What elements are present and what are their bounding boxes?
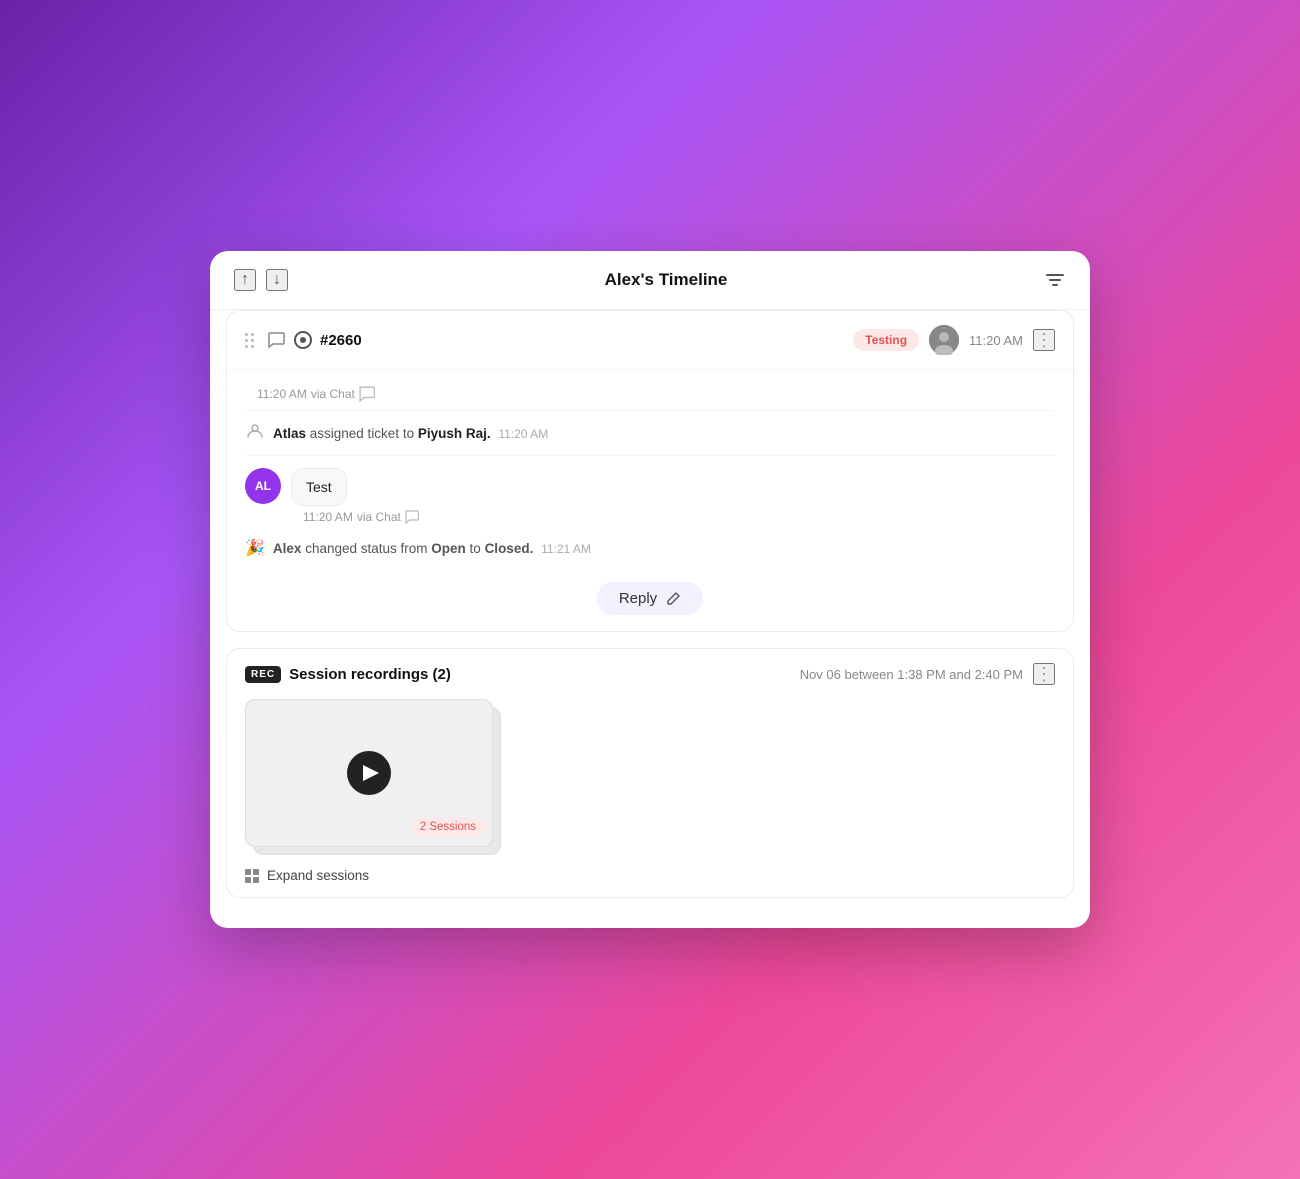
nav-down-button[interactable]: ↓ [266, 269, 288, 291]
status-agent: Alex [273, 541, 302, 556]
via-chat-icon [359, 386, 375, 402]
session-header-right: Nov 06 between 1:38 PM and 2:40 PM ⋮ [800, 663, 1055, 685]
first-message-time: 11:20 AM [257, 387, 307, 401]
status-emoji: 🎉 [245, 538, 265, 558]
session-more-button[interactable]: ⋮ [1033, 663, 1055, 685]
filter-icon[interactable] [1044, 269, 1066, 291]
assign-text: Atlas assigned ticket to Piyush Raj. 11:… [273, 426, 548, 441]
expand-sessions-label: Expand sessions [267, 868, 369, 883]
grid-icon [245, 869, 259, 883]
ticket-header-left: #2660 [245, 330, 362, 350]
page-title: Alex's Timeline [288, 270, 1044, 290]
assign-time: 11:20 AM [498, 427, 548, 441]
more-options-button[interactable]: ⋮ [1033, 329, 1055, 351]
target-icon [294, 331, 312, 349]
chat-icon [266, 330, 286, 350]
ticket-body: 11:20 AM via Chat Atlas assig [227, 370, 1073, 631]
ticket-header-right: Testing 11:20 AM ⋮ [853, 325, 1055, 355]
chat-bubble-container: Test 11:20 AM via Chat [291, 468, 419, 524]
session-header-left: REC Session recordings (2) [245, 666, 451, 683]
chat-time: 11:20 AM [303, 510, 353, 524]
assign-icon [245, 423, 265, 443]
avatar [929, 325, 959, 355]
ticket-id: #2660 [320, 332, 362, 349]
status-time: 11:21 AM [541, 542, 591, 556]
chat-avatar-initials: AL [255, 479, 271, 493]
expand-sessions-row[interactable]: Expand sessions [245, 866, 1055, 883]
play-icon [363, 765, 379, 781]
session-header: REC Session recordings (2) Nov 06 betwee… [245, 663, 1055, 685]
chat-meta: 11:20 AM via Chat [303, 510, 419, 524]
nav-up-button[interactable]: ↑ [234, 269, 256, 291]
first-message-via: via Chat [311, 387, 355, 401]
chat-message-row: AL Test 11:20 AM via Chat [245, 456, 1055, 528]
timeline-header: ↑ ↓ Alex's Timeline [210, 251, 1090, 310]
assign-target: Piyush Raj. [418, 426, 491, 441]
reply-bar: Reply [245, 572, 1055, 621]
session-date-range: Nov 06 between 1:38 PM and 2:40 PM [800, 667, 1023, 682]
assign-agent: Atlas [273, 426, 306, 441]
first-message-area: 11:20 AM via Chat [245, 370, 1055, 411]
assign-activity-row: Atlas assigned ticket to Piyush Raj. 11:… [245, 411, 1055, 456]
status-change-row: 🎉 Alex changed status from Open to Close… [245, 528, 1055, 572]
recording-icon: REC [245, 666, 281, 683]
video-thumbnail-stack: 2 Sessions [245, 699, 505, 854]
chat-via-icon [405, 510, 419, 524]
chat-via: via Chat [357, 510, 401, 524]
main-window: ↑ ↓ Alex's Timeline [210, 251, 1090, 928]
first-message-meta: 11:20 AM via Chat [257, 386, 1055, 402]
reply-label: Reply [619, 590, 657, 607]
chat-avatar: AL [245, 468, 281, 504]
status-badge: Testing [853, 329, 919, 351]
chat-bubble: Test [291, 468, 347, 506]
ticket-header: #2660 Testing 11:20 AM ⋮ [227, 311, 1073, 370]
video-thumb-front[interactable]: 2 Sessions [245, 699, 493, 847]
header-nav: ↑ ↓ [234, 269, 288, 291]
status-from: Open [431, 541, 466, 556]
drag-handle-icon [245, 333, 254, 348]
session-title: Session recordings (2) [289, 666, 451, 683]
status-change-text: Alex changed status from Open to Closed.… [273, 541, 591, 556]
reply-button[interactable]: Reply [597, 582, 703, 615]
ticket-card: #2660 Testing 11:20 AM ⋮ 1 [226, 310, 1074, 632]
sessions-badge: 2 Sessions [410, 818, 486, 836]
status-to: Closed. [485, 541, 534, 556]
session-recordings-card: REC Session recordings (2) Nov 06 betwee… [226, 648, 1074, 898]
play-button[interactable] [347, 751, 391, 795]
pencil-icon [665, 591, 681, 607]
ticket-timestamp: 11:20 AM [969, 333, 1023, 348]
